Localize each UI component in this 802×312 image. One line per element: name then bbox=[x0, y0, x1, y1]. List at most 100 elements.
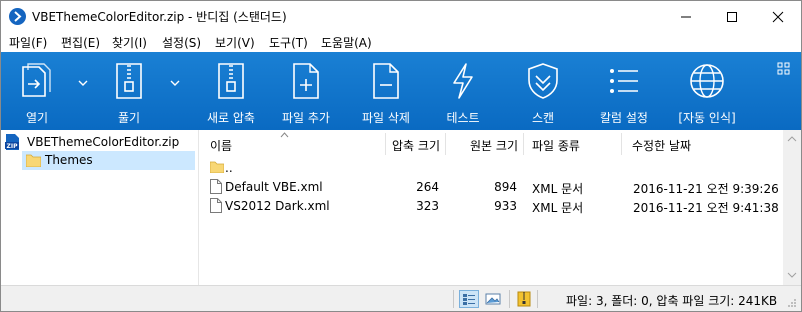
scroll-up-icon[interactable] bbox=[787, 136, 797, 142]
folder-tree: ZIP VBEThemeColorEditor.zip Themes bbox=[1, 130, 199, 285]
document-icon bbox=[210, 179, 222, 194]
toolbar-add-file-label: 파일 추가 bbox=[282, 111, 330, 125]
sort-ascending-icon bbox=[280, 132, 289, 138]
status-bar: 파일: 3, 폴더: 0, 압축 파일 크기: 241KB bbox=[1, 285, 801, 311]
toolbar-scan-button[interactable]: 스캔 bbox=[513, 52, 573, 130]
toolbar-layout-button[interactable] bbox=[777, 62, 791, 76]
tree-root-item[interactable]: ZIP VBEThemeColorEditor.zip bbox=[4, 133, 198, 151]
column-header-type-label: 파일 종류 bbox=[532, 139, 580, 153]
vertical-scrollbar[interactable] bbox=[783, 130, 801, 285]
file-type: XML 문서 bbox=[532, 182, 584, 196]
file-name: VS2012 Dark.xml bbox=[225, 199, 330, 213]
file-row[interactable]: VS2012 Dark.xml 323 933 XML 문서 2016-11-2… bbox=[200, 196, 783, 216]
toolbar-new-archive-button[interactable]: 새로 압축 bbox=[193, 52, 269, 130]
file-row[interactable]: Default VBE.xml 264 894 XML 문서 2016-11-2… bbox=[200, 177, 783, 197]
tree-root-label: VBEThemeColorEditor.zip bbox=[27, 135, 180, 149]
file-packed-size: 264 bbox=[416, 180, 439, 194]
toolbar-new-archive-label: 새로 압축 bbox=[207, 111, 255, 125]
toolbar-delete-file-label: 파일 삭제 bbox=[362, 111, 410, 125]
minimize-button[interactable] bbox=[663, 1, 709, 31]
archive-info-icon bbox=[517, 291, 531, 307]
folder-icon bbox=[26, 154, 41, 167]
column-header-original[interactable]: 원본 크기 bbox=[446, 130, 523, 158]
window-title: VBEThemeColorEditor.zip - 반디집 (스탠더드) bbox=[32, 10, 287, 24]
resize-grip-icon[interactable] bbox=[787, 298, 797, 308]
maximize-icon bbox=[727, 12, 737, 22]
column-settings-icon bbox=[610, 69, 638, 93]
file-name: .. bbox=[225, 161, 233, 175]
toolbar-codepage-button[interactable]: [자동 인식] bbox=[669, 52, 745, 130]
file-row-parent[interactable]: .. bbox=[200, 158, 783, 178]
close-icon bbox=[772, 11, 784, 23]
toolbar: 열기 풀기 새로 압축 파일 추가 파일 삭제 테스트 스캔 칼럼 설정 [자동… bbox=[1, 52, 801, 130]
toolbar-delete-file-button[interactable]: 파일 삭제 bbox=[353, 52, 419, 130]
menu-view[interactable]: 보기(V) bbox=[215, 34, 255, 51]
chevron-down-icon bbox=[78, 80, 88, 86]
status-divider bbox=[453, 290, 454, 308]
chevron-down-icon bbox=[170, 80, 180, 86]
scroll-down-icon[interactable] bbox=[787, 272, 797, 278]
test-icon bbox=[453, 63, 473, 99]
extract-dropdown-arrow[interactable] bbox=[170, 78, 180, 88]
open-icon bbox=[22, 63, 51, 97]
menu-file[interactable]: 파일(F) bbox=[9, 34, 47, 51]
svg-text:ZIP: ZIP bbox=[7, 143, 19, 150]
menu-find[interactable]: 찾기(I) bbox=[112, 34, 147, 51]
details-view-button[interactable] bbox=[459, 290, 479, 308]
file-type: XML 문서 bbox=[532, 201, 584, 215]
menu-settings[interactable]: 설정(S) bbox=[162, 34, 201, 51]
app-window: VBEThemeColorEditor.zip - 반디집 (스탠더드) 파일(… bbox=[0, 0, 802, 312]
file-original-size: 894 bbox=[494, 180, 517, 194]
tree-item-label: Themes bbox=[45, 153, 93, 167]
minimize-icon bbox=[681, 16, 691, 18]
toolbar-column-settings-label: 칼럼 설정 bbox=[600, 111, 648, 125]
file-packed-size: 323 bbox=[416, 199, 439, 213]
file-original-size: 933 bbox=[494, 199, 517, 213]
column-header-type[interactable]: 파일 종류 bbox=[524, 130, 621, 158]
scan-icon bbox=[528, 63, 558, 99]
add-file-icon bbox=[293, 63, 319, 99]
details-view-icon bbox=[463, 294, 475, 305]
tree-item-themes[interactable]: Themes bbox=[22, 151, 195, 170]
bandizip-logo-icon bbox=[9, 8, 26, 25]
toolbar-codepage-label: [자동 인식] bbox=[678, 111, 736, 125]
thumbnail-view-button[interactable] bbox=[483, 290, 503, 308]
menu-tools[interactable]: 도구(T) bbox=[269, 34, 308, 51]
toolbar-test-label: 테스트 bbox=[446, 111, 480, 125]
toolbar-add-file-button[interactable]: 파일 추가 bbox=[273, 52, 339, 130]
extract-icon bbox=[116, 63, 142, 99]
file-modified: 2016-11-21 오전 9:41:38 bbox=[633, 201, 779, 215]
file-list: 이름 압축 크기 원본 크기 파일 종류 수정한 날짜 .. Default V… bbox=[200, 130, 783, 285]
column-header-name[interactable]: 이름 bbox=[200, 130, 385, 158]
menu-bar: 파일(F) 편집(E) 찾기(I) 설정(S) 보기(V) 도구(T) 도움말(… bbox=[1, 31, 801, 52]
toolbar-open-label: 열기 bbox=[25, 111, 49, 125]
folder-icon bbox=[210, 161, 224, 173]
close-button[interactable] bbox=[755, 1, 801, 31]
grid-icon bbox=[777, 62, 790, 75]
file-modified: 2016-11-21 오전 9:39:26 bbox=[633, 182, 779, 196]
toolbar-test-button[interactable]: 테스트 bbox=[433, 52, 493, 130]
zip-archive-icon: ZIP bbox=[5, 134, 19, 150]
toolbar-scan-label: 스캔 bbox=[531, 111, 555, 125]
toolbar-column-settings-button[interactable]: 칼럼 설정 bbox=[593, 52, 655, 130]
file-name: Default VBE.xml bbox=[225, 180, 323, 194]
column-header-packed-label: 압축 크기 bbox=[392, 139, 440, 153]
toolbar-extract-button[interactable]: 풀기 bbox=[99, 52, 159, 130]
delete-file-icon bbox=[373, 63, 399, 99]
column-header-modified[interactable]: 수정한 날짜 bbox=[622, 130, 782, 158]
toolbar-extract-label: 풀기 bbox=[117, 111, 141, 125]
menu-edit[interactable]: 편집(E) bbox=[61, 34, 100, 51]
image-view-icon bbox=[485, 293, 501, 305]
title-bar: VBEThemeColorEditor.zip - 반디집 (스탠더드) bbox=[1, 1, 801, 31]
column-header-packed[interactable]: 압축 크기 bbox=[386, 130, 445, 158]
column-header-modified-label: 수정한 날짜 bbox=[632, 139, 692, 153]
column-header-original-label: 원본 크기 bbox=[470, 139, 518, 153]
menu-help[interactable]: 도움말(A) bbox=[321, 34, 372, 51]
toolbar-open-button[interactable]: 열기 bbox=[7, 52, 67, 130]
open-dropdown-arrow[interactable] bbox=[78, 78, 88, 88]
status-divider bbox=[509, 290, 510, 308]
maximize-button[interactable] bbox=[709, 1, 755, 31]
status-divider bbox=[537, 290, 538, 308]
globe-icon bbox=[690, 64, 724, 98]
new-archive-icon bbox=[218, 63, 244, 99]
